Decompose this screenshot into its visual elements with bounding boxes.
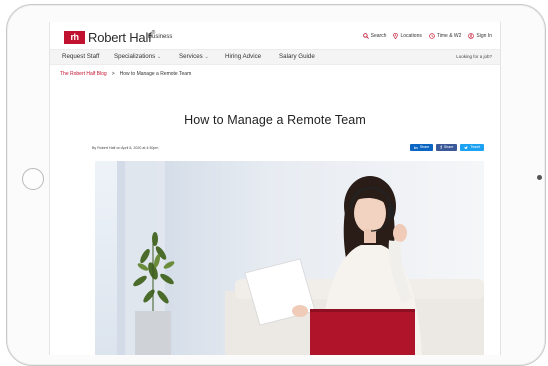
search-icon [362,33,369,39]
looking-for-job-link[interactable]: Looking for a job? [456,54,492,59]
breadcrumb-separator: > [111,71,115,77]
facebook-share-button[interactable]: f Share [436,144,458,151]
search-link[interactable]: Search [362,33,387,39]
sign-in-link[interactable]: Sign In [468,33,492,39]
linkedin-share-label: Share [419,145,430,149]
linkedin-share-button[interactable]: in Share [410,144,434,151]
nav-services[interactable]: Services ⌄ [179,53,209,60]
chevron-down-icon: ⌄ [157,54,162,60]
time-w2-label: Time & W2 [436,33,462,39]
time-w2-link[interactable]: Time & W2 [429,33,462,39]
breadcrumb-current: How to Manage a Remote Team [119,71,192,77]
clock-icon [429,33,435,39]
sign-in-label: Sign In [476,33,492,39]
nav-request-staff[interactable]: Request Staff [62,53,99,60]
chevron-down-icon: ⌄ [204,54,209,60]
user-icon [468,33,475,39]
facebook-icon: f [440,145,442,150]
breadcrumb: The Robert Half Blog > How to Manage a Rem… [60,71,191,77]
main-nav: Request Staff Specializations ⌄ Services… [50,49,500,65]
robert-half-logo[interactable]: rh Robert Half® [64,30,155,45]
nav-specializations[interactable]: Specializations ⌄ [114,53,161,60]
locations-label: Locations [400,33,422,39]
site-header: rh Robert Half® Business Search Location… [50,22,500,49]
home-button[interactable] [22,168,44,190]
location-pin-icon [393,33,399,39]
twitter-share-button[interactable]: Tweet [460,144,484,151]
linkedin-icon: in [414,145,418,150]
article-byline: By Robert Half on April 8, 2020 at 4:30p… [92,146,159,150]
hero-image [95,161,484,355]
search-label: Search [370,33,387,39]
browser-screen: rh Robert Half® Business Search Location… [49,22,501,355]
camera-icon [537,175,542,180]
twitter-icon [464,145,469,149]
nav-hiring-advice[interactable]: Hiring Advice [225,53,261,60]
twitter-share-label: Tweet [470,145,480,149]
share-buttons: in Share f Share Tweet [410,144,484,151]
logo-text: Robert Half® [88,30,156,45]
section-label: Business [148,34,173,40]
breadcrumb-blog-link[interactable]: The Robert Half Blog [60,71,107,77]
facebook-share-label: Share [443,145,454,149]
utility-links: Search Locations Time & W2 Sign In [362,33,492,39]
logo-mark: rh [64,31,85,44]
nav-salary-guide[interactable]: Salary Guide [279,53,315,60]
locations-link[interactable]: Locations [393,33,422,39]
page-title: How to Manage a Remote Team [184,113,366,127]
